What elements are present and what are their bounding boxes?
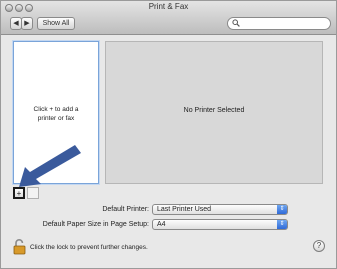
window-title: Print & Fax bbox=[148, 2, 189, 11]
forward-button[interactable]: ▶ bbox=[21, 17, 33, 30]
printer-list-hint: Click + to add a printer or fax bbox=[18, 105, 94, 123]
paper-size-value: A4 bbox=[157, 221, 166, 228]
hint-line-1: Click + to add a bbox=[33, 106, 79, 113]
lock-icon[interactable] bbox=[13, 238, 27, 255]
paper-size-label: Default Paper Size in Page Setup: bbox=[42, 221, 149, 228]
pointer-arrow-icon bbox=[19, 145, 81, 187]
back-arrow-icon: ◀ bbox=[13, 20, 19, 27]
title-bar: Print & Fax ◀ ▶ Show All bbox=[1, 1, 336, 35]
printer-detail-pane: No Printer Selected bbox=[105, 41, 323, 184]
print-fax-window: Print & Fax ◀ ▶ Show All Click + to add … bbox=[0, 0, 337, 269]
hint-line-2: printer or fax bbox=[37, 115, 75, 122]
popup-arrows-icon: ⇕ bbox=[277, 205, 287, 214]
no-printer-message: No Printer Selected bbox=[183, 107, 245, 114]
search-icon bbox=[232, 19, 240, 29]
add-printer-button[interactable]: + bbox=[13, 187, 25, 199]
search-input[interactable] bbox=[227, 17, 331, 30]
popup-arrows-icon: ⇕ bbox=[277, 220, 287, 229]
remove-printer-button[interactable] bbox=[27, 187, 39, 199]
show-all-button[interactable]: Show All bbox=[37, 17, 75, 30]
default-printer-select[interactable]: Last Printer Used ⇕ bbox=[152, 204, 288, 215]
help-button[interactable]: ? bbox=[313, 240, 325, 252]
default-printer-label: Default Printer: bbox=[102, 206, 149, 213]
lock-message: Click the lock to prevent further change… bbox=[30, 244, 148, 251]
paper-size-select[interactable]: A4 ⇕ bbox=[152, 219, 288, 230]
forward-arrow-icon: ▶ bbox=[24, 20, 30, 27]
default-printer-value: Last Printer Used bbox=[157, 206, 212, 213]
